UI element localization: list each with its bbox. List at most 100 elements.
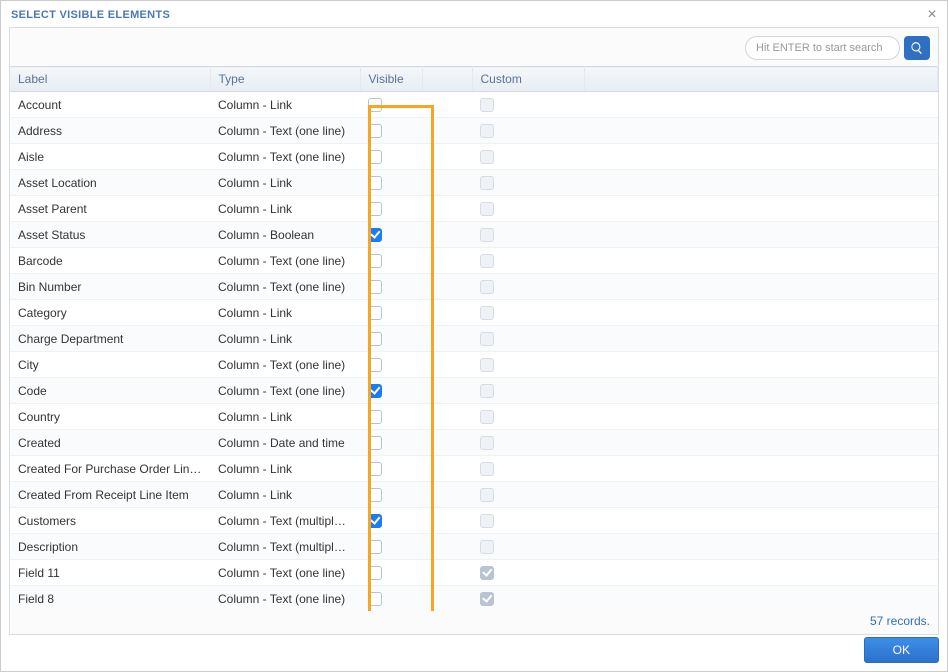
visible-checkbox[interactable] [368,228,382,242]
table-row[interactable]: BarcodeColumn - Text (one line) [10,248,938,274]
visible-checkbox[interactable] [368,280,382,294]
cell-type: Column - Text (one line) [210,274,360,300]
visible-checkbox[interactable] [368,462,382,476]
table-row[interactable]: CategoryColumn - Link [10,300,938,326]
col-header-blank [422,67,472,92]
visible-checkbox[interactable] [368,514,382,528]
visible-checkbox[interactable] [368,488,382,502]
visible-checkbox[interactable] [368,306,382,320]
visible-checkbox[interactable] [368,98,382,112]
visible-checkbox[interactable] [368,384,382,398]
cell-label: Bin Number [10,274,210,300]
cell-label: Asset Location [10,170,210,196]
table-row[interactable]: CustomersColumn - Text (multiple lin... [10,508,938,534]
cell-custom [472,352,584,378]
cell-blank [422,586,472,612]
table-row[interactable]: Charge DepartmentColumn - Link [10,326,938,352]
cell-blank [422,352,472,378]
table-row[interactable]: Field 8Column - Text (one line) [10,586,938,612]
cell-custom [472,456,584,482]
table-row[interactable]: Asset LocationColumn - Link [10,170,938,196]
close-icon[interactable]: × [927,7,937,23]
record-count-row: 57 records. [10,611,938,634]
table-row[interactable]: CodeColumn - Text (one line) [10,378,938,404]
cell-type: Column - Text (multiple lin... [210,508,360,534]
ok-button[interactable]: OK [864,637,939,663]
col-header-label[interactable]: Label [10,67,210,92]
table-header-row: Label Type Visible Custom [10,67,938,92]
table-row[interactable]: CountryColumn - Link [10,404,938,430]
custom-checkbox [480,566,494,580]
visible-checkbox[interactable] [368,540,382,554]
cell-type: Column - Link [210,482,360,508]
visible-checkbox[interactable] [368,176,382,190]
cell-rest [584,248,938,274]
cell-label: Description [10,534,210,560]
visible-checkbox[interactable] [368,332,382,346]
cell-visible [360,482,422,508]
cell-visible [360,170,422,196]
cell-label: Category [10,300,210,326]
table-row[interactable]: AisleColumn - Text (one line) [10,144,938,170]
visible-checkbox[interactable] [368,254,382,268]
cell-rest [584,482,938,508]
table-row[interactable]: DescriptionColumn - Text (multiple lin..… [10,534,938,560]
table-row[interactable]: AccountColumn - Link [10,92,938,118]
cell-label: Field 11 [10,560,210,586]
cell-custom [472,482,584,508]
custom-checkbox [480,436,494,450]
cell-visible [360,352,422,378]
custom-checkbox [480,332,494,346]
search-input[interactable] [745,36,900,60]
cell-custom [472,378,584,404]
cell-rest [584,586,938,612]
cell-visible [360,196,422,222]
cell-custom [472,144,584,170]
col-header-rest [584,67,938,92]
visible-checkbox[interactable] [368,436,382,450]
table-row[interactable]: AddressColumn - Text (one line) [10,118,938,144]
visible-checkbox[interactable] [368,566,382,580]
cell-rest [584,92,938,118]
cell-blank [422,404,472,430]
custom-checkbox [480,592,494,606]
cell-label: Barcode [10,248,210,274]
visible-checkbox[interactable] [368,150,382,164]
table-wrap: Label Type Visible Custom AccountColumn … [10,66,938,611]
table-row[interactable]: Bin NumberColumn - Text (one line) [10,274,938,300]
table-row[interactable]: Created For Purchase Order Line ItemColu… [10,456,938,482]
cell-blank [422,274,472,300]
cell-visible [360,326,422,352]
cell-blank [422,482,472,508]
custom-checkbox [480,540,494,554]
cell-type: Column - Text (one line) [210,118,360,144]
cell-rest [584,378,938,404]
col-header-type[interactable]: Type [210,67,360,92]
cell-blank [422,534,472,560]
custom-checkbox [480,228,494,242]
cell-visible [360,508,422,534]
col-header-visible[interactable]: Visible [360,67,422,92]
visible-checkbox[interactable] [368,124,382,138]
cell-label: Code [10,378,210,404]
table-row[interactable]: Field 11Column - Text (one line) [10,560,938,586]
search-button[interactable] [904,36,930,60]
col-header-custom[interactable]: Custom [472,67,584,92]
custom-checkbox [480,150,494,164]
cell-blank [422,222,472,248]
cell-rest [584,118,938,144]
visible-checkbox[interactable] [368,592,382,606]
table-row[interactable]: CityColumn - Text (one line) [10,352,938,378]
table-row[interactable]: CreatedColumn - Date and time [10,430,938,456]
cell-label: Created For Purchase Order Line Item [10,456,210,482]
cell-rest [584,222,938,248]
visible-checkbox[interactable] [368,358,382,372]
table-row[interactable]: Asset StatusColumn - Boolean [10,222,938,248]
visible-checkbox[interactable] [368,202,382,216]
visible-checkbox[interactable] [368,410,382,424]
table-row[interactable]: Asset ParentColumn - Link [10,196,938,222]
table-row[interactable]: Created From Receipt Line ItemColumn - L… [10,482,938,508]
cell-custom [472,326,584,352]
dialog-footer: OK [1,637,947,671]
custom-checkbox [480,280,494,294]
